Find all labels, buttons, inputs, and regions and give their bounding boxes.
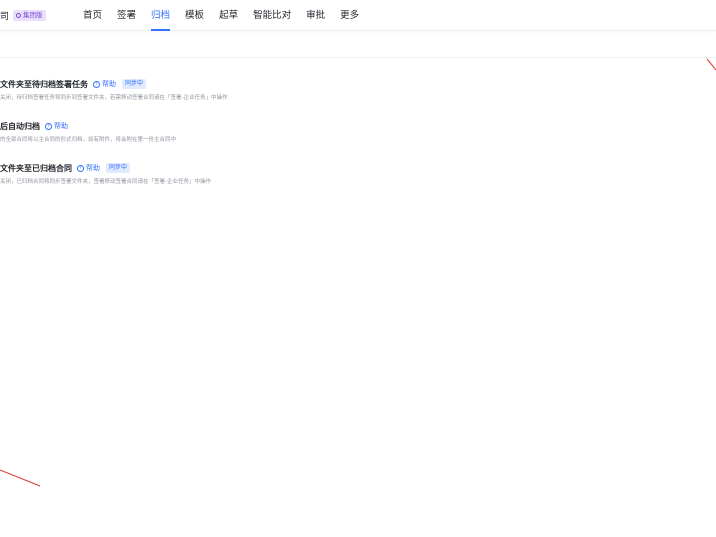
setting-auto-archive: 后自动归档 ? 帮助 的全部合同将以主合同的形式归档，如有附件，将会附在第一份主… [0, 120, 177, 144]
setting-description: 关闭，已归档合同将同步签署文件夹，签署移动签署合同请在「签署-企业任务」中操作 [0, 179, 211, 185]
help-label: 帮助 [102, 80, 116, 88]
nav-archive[interactable]: 归档 [151, 0, 171, 31]
nav-template[interactable]: 模板 [185, 0, 204, 31]
help-link[interactable]: ? 帮助 [77, 163, 100, 173]
company-name: 司 [0, 12, 10, 22]
setting-title: 文件夹至已归档合同 [0, 163, 72, 173]
circle-icon [16, 13, 22, 18]
help-label: 帮助 [54, 122, 68, 130]
sync-status-tag: 同步中 [106, 163, 131, 173]
annotation-line-bottom-left [0, 469, 41, 487]
annotation-line-top-right [706, 58, 716, 71]
group-edition-badge: 集团版 [13, 10, 46, 21]
nav-draft[interactable]: 起草 [219, 0, 238, 31]
company-switcher[interactable]: 司 集团版 [0, 0, 46, 31]
help-link[interactable]: ? 帮助 [93, 79, 116, 89]
group-edition-label: 集团版 [23, 11, 43, 19]
setting-description: 关闭，待归档签署任务将同步到签署文件夹，若需移动签署合同请在「签署-企业任务」中… [0, 95, 228, 101]
setting-description: 的全部合同将以主合同的形式归档，如有附件，将会附在第一份主合同中 [0, 137, 177, 143]
nav-approval[interactable]: 审批 [306, 0, 325, 31]
question-circle-icon: ? [77, 164, 84, 172]
help-label: 帮助 [86, 164, 100, 172]
sync-status-tag: 同步中 [122, 79, 147, 89]
help-link[interactable]: ? 帮助 [45, 121, 68, 131]
setting-title-row: 后自动归档 ? 帮助 [0, 120, 176, 132]
question-circle-icon: ? [45, 122, 52, 130]
setting-title: 文件夹至待归档签署任务 [0, 79, 88, 89]
nav-home[interactable]: 首页 [83, 0, 102, 31]
setting-title-row: 文件夹至已归档合同 ? 帮助 同步中 [0, 162, 211, 174]
setting-sync-pending-sign: 文件夹至待归档签署任务 ? 帮助 同步中 关闭，待归档签署任务将同步到签署文件夹… [0, 78, 228, 101]
setting-sync-archived-contract: 文件夹至已归档合同 ? 帮助 同步中 关闭，已归档合同将同步签署文件夹，签署移动… [0, 162, 211, 185]
nav-sign[interactable]: 签署 [117, 0, 136, 31]
top-navigation-bar: 司 集团版 首页 签署 归档 模板 起草 智能比对 审批 更多 [0, 0, 716, 31]
main-nav: 首页 签署 归档 模板 起草 智能比对 审批 更多 [83, 0, 359, 31]
sub-toolbar [0, 31, 716, 58]
setting-title: 后自动归档 [0, 121, 40, 131]
setting-title-row: 文件夹至待归档签署任务 ? 帮助 同步中 [0, 78, 228, 90]
question-circle-icon: ? [93, 80, 100, 88]
nav-more[interactable]: 更多 [340, 0, 359, 31]
nav-smart-compare[interactable]: 智能比对 [253, 0, 291, 31]
